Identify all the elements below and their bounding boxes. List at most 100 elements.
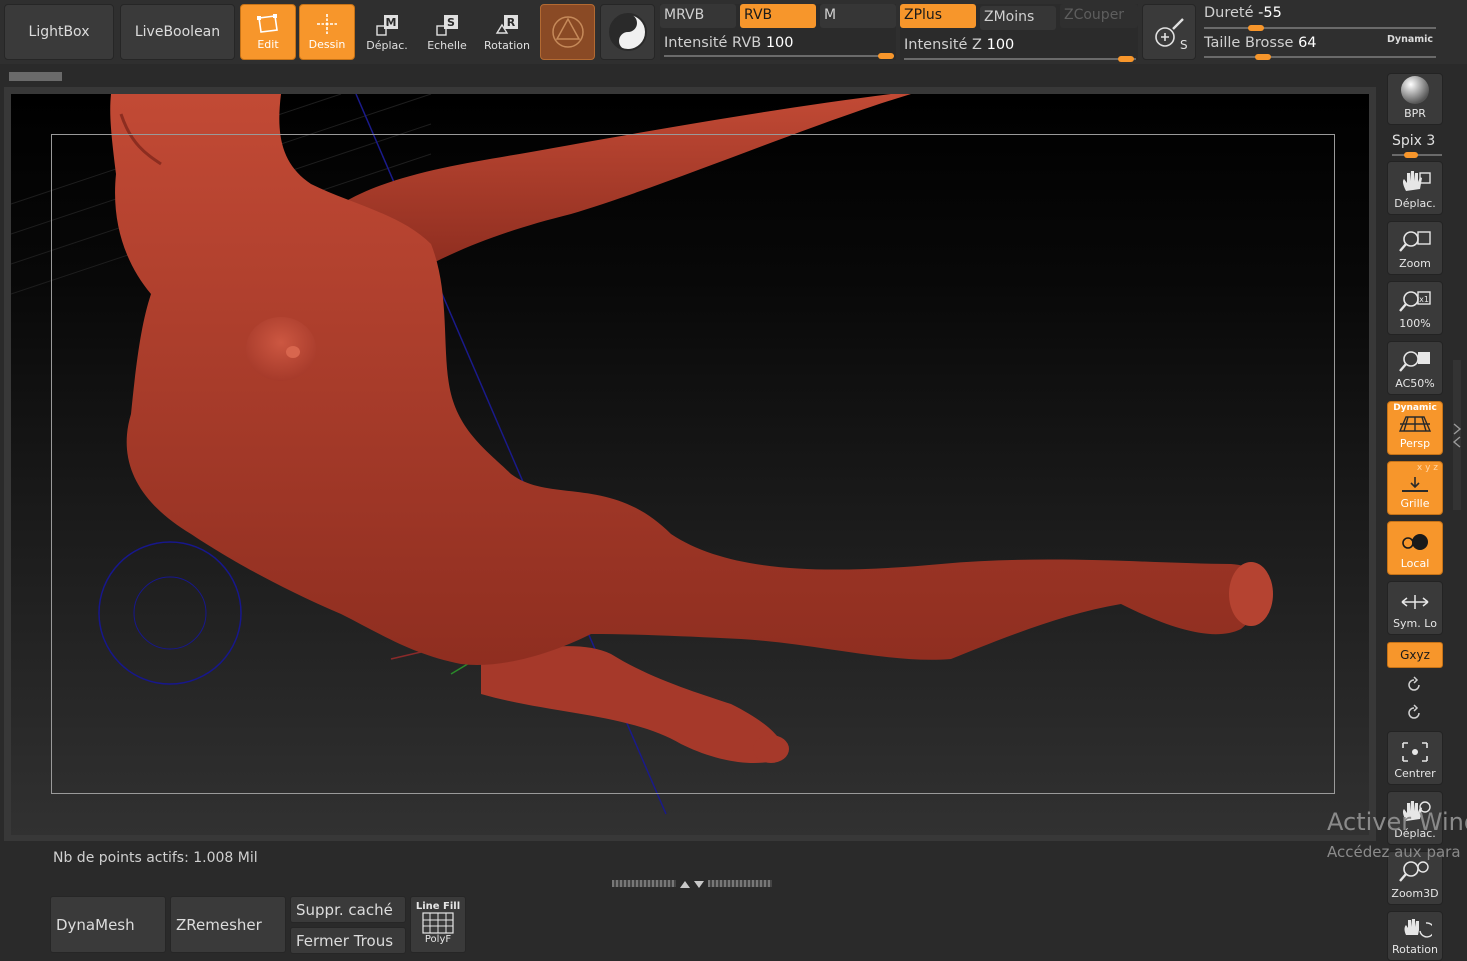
scale-icon: S (436, 15, 458, 36)
z-intensity-track[interactable] (904, 58, 1136, 60)
rgb-intensity-track[interactable] (664, 55, 894, 57)
dynamic-toggle[interactable]: Dynamic (1387, 34, 1433, 45)
tray-toggle-arrows-icon[interactable] (678, 879, 706, 889)
aahalf-button[interactable]: AC50% (1387, 341, 1443, 395)
material-sphere-icon (552, 16, 584, 48)
bpr-label: BPR (1404, 107, 1426, 120)
brush-icon: S (1155, 18, 1188, 52)
polyf-label: PolyF (424, 934, 452, 945)
spix-thumb[interactable] (1404, 152, 1418, 158)
lsym-icon (1401, 595, 1429, 609)
rotate-3d-button[interactable]: Rotation (1387, 911, 1443, 961)
liveboolean-button[interactable]: LiveBoolean (120, 4, 235, 60)
rgb-intensity-slider[interactable]: Intensité RVB 100 (664, 35, 794, 51)
zoom-button[interactable]: Zoom (1387, 221, 1443, 275)
z-intensity-label: Intensité Z (904, 37, 982, 53)
zoom-label: Zoom (1399, 257, 1431, 270)
close-holes-button[interactable]: Fermer Trous (290, 927, 406, 954)
brush-picker[interactable]: S (1142, 4, 1196, 60)
brush-size-track[interactable] (1204, 56, 1436, 58)
active-points-status: Nb de points actifs: 1.008 Mil (53, 850, 258, 866)
zadd-toggle[interactable]: ZPlus (900, 4, 976, 28)
edit-icon (257, 14, 278, 33)
move-button[interactable]: M Déplac. (359, 4, 415, 60)
zoom3d-label: Zoom3D (1391, 887, 1439, 900)
dynamesh-button[interactable]: DynaMesh (50, 896, 166, 953)
bottom-tray-grip-left[interactable] (612, 880, 676, 887)
rotate-button[interactable]: R Rotation (479, 4, 535, 60)
zoom-icon (1399, 231, 1431, 252)
move-view-button[interactable]: Déplac. (1387, 161, 1443, 215)
frame-icon (1402, 742, 1428, 762)
linefill-label: Line Fill (415, 901, 461, 912)
edit-button[interactable]: Edit (240, 4, 296, 60)
material-swatch[interactable] (540, 4, 595, 60)
hardness-track[interactable] (1204, 27, 1436, 29)
bpr-sphere-icon (1401, 76, 1429, 104)
activation-watermark-subtitle: Accédez aux para (1327, 843, 1461, 861)
actual-size-label: 100% (1399, 317, 1431, 330)
perspective-button[interactable]: Dynamic Persp (1387, 401, 1443, 455)
polyframe-grid-icon (422, 912, 454, 934)
bpr-button[interactable]: BPR (1387, 73, 1443, 125)
m-toggle[interactable]: M (820, 4, 896, 28)
move-label: Déplac. (366, 39, 408, 52)
document-frame (51, 134, 1335, 794)
aahalf-icon (1399, 351, 1430, 372)
color-swatch[interactable] (600, 4, 655, 60)
draw-icon (317, 14, 337, 34)
draw-label: Dessin (308, 38, 346, 51)
hand-move-icon (1402, 171, 1431, 191)
local-label: Local (1400, 557, 1430, 570)
y-rotate-icon[interactable] (1404, 676, 1424, 694)
rgb-intensity-value: 100 (765, 35, 794, 51)
brush-size-thumb[interactable] (1255, 54, 1271, 60)
rotate-3d-label: Rotation (1391, 943, 1438, 956)
brush-size-label: Taille Brosse (1204, 35, 1294, 51)
z-intensity-thumb[interactable] (1118, 56, 1134, 62)
draw-button[interactable]: Dessin (299, 4, 355, 60)
mrgb-toggle[interactable]: MRVB (660, 4, 736, 28)
frame-label: Centrer (1394, 767, 1436, 780)
floor-button[interactable]: x y z Grille (1387, 461, 1443, 515)
yin-yang-icon (609, 13, 647, 51)
z-rotate-icon[interactable] (1404, 704, 1424, 722)
spix-value: 3 (1426, 133, 1436, 149)
bottom-tray-grip-right[interactable] (708, 880, 772, 887)
scale-button[interactable]: S Echelle (419, 4, 475, 60)
hardness-thumb[interactable] (1248, 25, 1264, 31)
lsym-button[interactable]: Sym. Lo (1387, 581, 1443, 635)
zsub-toggle[interactable]: ZMoins (980, 6, 1056, 30)
svg-text:M: M (386, 16, 397, 29)
z-intensity-slider[interactable]: Intensité Z 100 (904, 37, 1014, 53)
rotate-icon: R (495, 15, 518, 34)
hardness-label: Dureté (1204, 5, 1254, 21)
frame-button[interactable]: Centrer (1387, 731, 1443, 785)
delete-hidden-button[interactable]: Suppr. caché (290, 896, 406, 923)
actual-size-button[interactable]: x1 100% (1387, 281, 1443, 335)
rotate-label: Rotation (483, 39, 530, 52)
zremesher-button[interactable]: ZRemesher (170, 896, 286, 953)
edit-label: Edit (257, 38, 279, 51)
rgb-toggle[interactable]: RVB (740, 4, 816, 28)
perspective-dynamic-badge: Dynamic (1393, 403, 1437, 413)
svg-text:R: R (507, 16, 516, 29)
zcut-toggle[interactable]: ZCouper (1060, 4, 1138, 28)
svg-text:S: S (1180, 38, 1188, 52)
tray-collapse-arrows-icon[interactable] (1452, 420, 1462, 450)
lightbox-button[interactable]: LightBox (4, 4, 114, 60)
spix-slider[interactable]: Spix 3 (1392, 133, 1435, 149)
aahalf-label: AC50% (1395, 377, 1435, 390)
brush-size-value: 64 (1298, 35, 1317, 51)
polyframe-button[interactable]: Line Fill PolyF (410, 896, 466, 953)
hardness-slider[interactable]: Dureté -55 (1204, 5, 1282, 21)
actual-size-icon: x1 (1399, 291, 1431, 312)
floor-label: Grille (1400, 497, 1430, 510)
brush-size-slider[interactable]: Taille Brosse 64 (1204, 35, 1317, 51)
tray-handle[interactable] (9, 72, 62, 81)
z-intensity-value: 100 (986, 37, 1015, 53)
lsym-label: Sym. Lo (1393, 617, 1437, 630)
local-button[interactable]: Local (1387, 521, 1443, 575)
xyz-rotate-button[interactable]: Gxyz (1387, 642, 1443, 668)
rgb-intensity-thumb[interactable] (878, 53, 894, 59)
